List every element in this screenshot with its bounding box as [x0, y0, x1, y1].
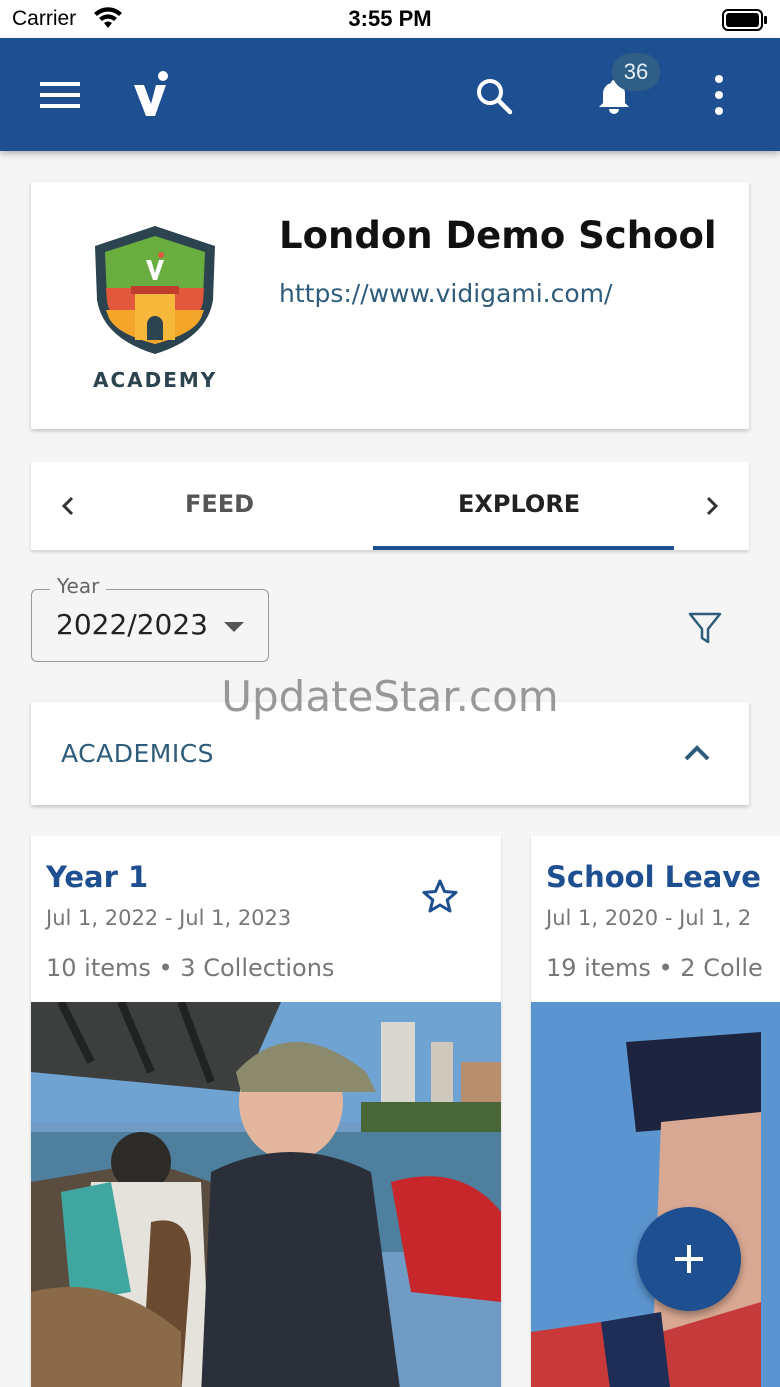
more-options-icon[interactable]: [714, 75, 724, 119]
tab-selected-indicator: [373, 546, 674, 550]
notification-badge: 36: [612, 53, 660, 91]
app-bar: [0, 38, 780, 151]
collection-title: Year 1: [46, 860, 149, 894]
vidigami-logo-icon[interactable]: [132, 71, 172, 121]
year-select[interactable]: 2022/2023: [31, 589, 269, 662]
year-select-label: Year: [50, 574, 107, 598]
collection-dates: Jul 1, 2020 - Jul 1, 2: [546, 906, 752, 930]
status-bar: Carrier 3:55 PM: [0, 0, 780, 38]
caret-down-icon: [224, 622, 244, 632]
collection-card[interactable]: School Leave Jul 1, 2020 - Jul 1, 2 19 i…: [531, 836, 780, 1387]
school-url-link[interactable]: https://www.vidigami.com/: [279, 279, 612, 308]
collection-meta: 10 items • 3 Collections: [46, 954, 335, 982]
year-select-value: 2022/2023: [56, 608, 208, 641]
clock: 3:55 PM: [348, 6, 432, 31]
menu-icon[interactable]: [40, 82, 80, 112]
star-icon[interactable]: [421, 878, 459, 918]
chevron-up-icon[interactable]: [683, 744, 711, 766]
collection-dates: Jul 1, 2022 - Jul 1, 2023: [46, 906, 292, 930]
collection-meta: 19 items • 2 Colle: [546, 954, 763, 982]
collection-cover-photo[interactable]: [31, 1002, 501, 1387]
chevron-left-icon[interactable]: [61, 496, 75, 520]
tab-feed[interactable]: FEED: [185, 490, 254, 518]
add-button[interactable]: [637, 1207, 741, 1311]
plus-icon: [675, 1245, 703, 1277]
chevron-right-icon[interactable]: [705, 496, 719, 520]
academy-shield-logo: [89, 222, 221, 362]
tab-bar: FEED EXPLORE: [31, 462, 749, 550]
collection-cover-photo[interactable]: [531, 1002, 780, 1387]
search-icon[interactable]: [475, 77, 513, 119]
tab-explore[interactable]: EXPLORE: [458, 490, 580, 518]
collection-title: School Leave: [546, 860, 761, 894]
battery-icon: [722, 9, 768, 35]
collection-card[interactable]: Year 1 Jul 1, 2022 - Jul 1, 2023 10 item…: [31, 836, 501, 1387]
filter-icon[interactable]: [688, 611, 722, 649]
logo-academy-text: ACADEMY: [93, 368, 218, 392]
school-name: London Demo School: [279, 214, 717, 257]
section-title: ACADEMICS: [61, 739, 215, 768]
school-card: ACADEMY London Demo School https://www.v…: [31, 182, 749, 429]
watermark: UpdateStar.com: [221, 672, 559, 721]
